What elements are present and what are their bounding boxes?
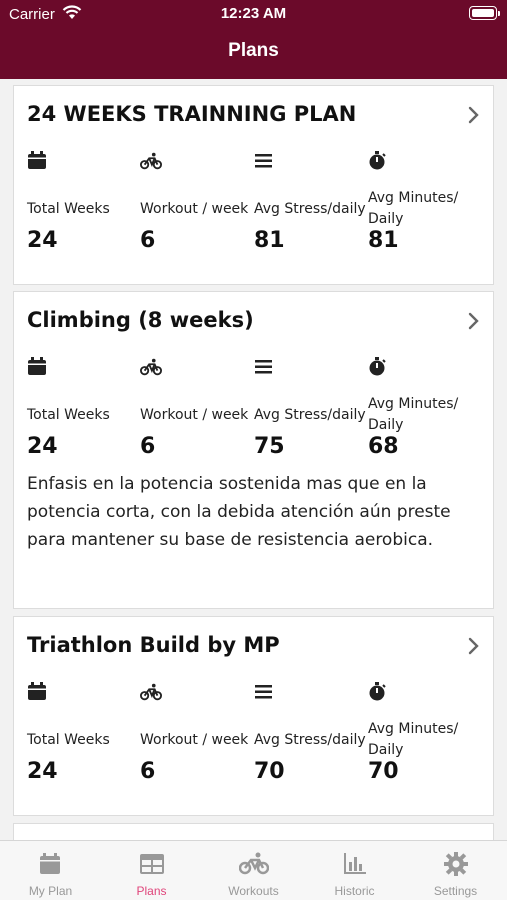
plans-list[interactable]: 24 WEEKS TRAINNING PLAN Total Weeks 24 W… xyxy=(0,79,507,840)
stat-label: Avg Minutes/ Daily xyxy=(368,721,459,758)
calendar-icon xyxy=(28,357,46,375)
stat-value: 24 xyxy=(27,759,58,784)
stat-label: Total Weeks xyxy=(27,407,110,423)
chevron-right-icon xyxy=(468,637,479,655)
stat-label: Total Weeks xyxy=(27,732,110,748)
stat-label: Avg Minutes/ Daily xyxy=(368,190,459,227)
bar-chart-icon xyxy=(344,853,366,874)
tab-bar: My Plan Plans Workouts Historic Settings xyxy=(0,840,507,900)
stat-value: 24 xyxy=(27,228,58,253)
plan-title: Climbing (8 weeks) xyxy=(27,308,254,332)
list-icon xyxy=(255,685,272,699)
clock: 12:23 AM xyxy=(220,5,287,22)
stat-label: Avg Stress/daily xyxy=(254,732,366,748)
stat-value: 6 xyxy=(140,434,156,459)
plan-title: Triathlon Build by MP xyxy=(27,633,280,657)
stat-value: 75 xyxy=(254,434,285,459)
tab-my-plan[interactable]: My Plan xyxy=(0,841,101,900)
plan-card[interactable] xyxy=(13,823,494,840)
tab-settings[interactable]: Settings xyxy=(405,841,506,900)
tab-label: Settings xyxy=(433,884,478,898)
gear-icon xyxy=(444,852,468,876)
tab-plans[interactable]: Plans xyxy=(101,841,202,900)
calendar-icon xyxy=(28,151,46,169)
tab-label: Plans xyxy=(136,884,167,898)
stat-value: 6 xyxy=(140,228,156,253)
plan-card[interactable]: Climbing (8 weeks) Total Weeks 24 Workou… xyxy=(13,291,494,609)
list-icon xyxy=(255,360,272,374)
stat-value: 68 xyxy=(368,434,399,459)
bike-icon xyxy=(239,852,269,875)
bike-icon xyxy=(140,152,162,170)
tab-label: Historic xyxy=(334,884,375,898)
stat-total-weeks: Total Weeks 24 xyxy=(27,681,147,791)
stat-label: Avg Minutes/ Daily xyxy=(368,396,459,433)
status-bar: Carrier 12:23 AM xyxy=(0,0,507,30)
stat-value: 6 xyxy=(140,759,156,784)
page-title: Plans xyxy=(228,40,279,61)
stat-label: Workout / week xyxy=(140,201,249,217)
stat-total-weeks: Total Weeks 24 xyxy=(27,150,147,260)
stat-workout-week: Workout / week 6 xyxy=(140,356,260,466)
list-icon xyxy=(255,154,272,168)
grid-icon xyxy=(140,854,164,874)
stat-label: Workout / week xyxy=(140,407,249,423)
stat-value: 81 xyxy=(368,228,399,253)
app-header: Carrier 12:23 AM Plans xyxy=(0,0,507,79)
stat-avg-stress: Avg Stress/daily 75 xyxy=(254,356,374,466)
plan-title: 24 WEEKS TRAINNING PLAN xyxy=(27,102,357,126)
plan-description: Enfasis en la potencia sostenida mas que… xyxy=(27,474,451,550)
plan-card[interactable]: Triathlon Build by MP Total Weeks 24 Wor… xyxy=(13,616,494,816)
stopwatch-icon xyxy=(369,357,386,376)
stat-avg-stress: Avg Stress/daily 70 xyxy=(254,681,374,791)
stat-avg-stress: Avg Stress/daily 81 xyxy=(254,150,374,260)
tab-label: My Plan xyxy=(28,884,73,898)
stopwatch-icon xyxy=(369,682,386,701)
stat-value: 70 xyxy=(368,759,399,784)
tab-workouts[interactable]: Workouts xyxy=(203,841,304,900)
stat-avg-minutes: Avg Minutes/ Daily 68 xyxy=(368,356,488,466)
bike-icon xyxy=(140,358,162,376)
stat-label: Avg Stress/daily xyxy=(254,201,366,217)
stat-avg-minutes: Avg Minutes/ Daily 81 xyxy=(368,150,488,260)
stat-value: 81 xyxy=(254,228,285,253)
calendar-icon xyxy=(40,853,60,874)
calendar-icon xyxy=(28,682,46,700)
stopwatch-icon xyxy=(369,151,386,170)
stat-workout-week: Workout / week 6 xyxy=(140,150,260,260)
stat-label: Workout / week xyxy=(140,732,249,748)
tab-label: Workouts xyxy=(228,884,279,898)
stat-total-weeks: Total Weeks 24 xyxy=(27,356,147,466)
battery-icon xyxy=(469,6,500,20)
tab-historic[interactable]: Historic xyxy=(304,841,405,900)
chevron-right-icon xyxy=(468,106,479,124)
stat-workout-week: Workout / week 6 xyxy=(140,681,260,791)
stat-avg-minutes: Avg Minutes/ Daily 70 xyxy=(368,681,488,791)
bike-icon xyxy=(140,683,162,701)
chevron-right-icon xyxy=(468,312,479,330)
stat-label: Avg Stress/daily xyxy=(254,407,366,423)
plan-card[interactable]: 24 WEEKS TRAINNING PLAN Total Weeks 24 W… xyxy=(13,85,494,285)
stat-value: 70 xyxy=(254,759,285,784)
stat-value: 24 xyxy=(27,434,58,459)
stat-label: Total Weeks xyxy=(27,201,110,217)
